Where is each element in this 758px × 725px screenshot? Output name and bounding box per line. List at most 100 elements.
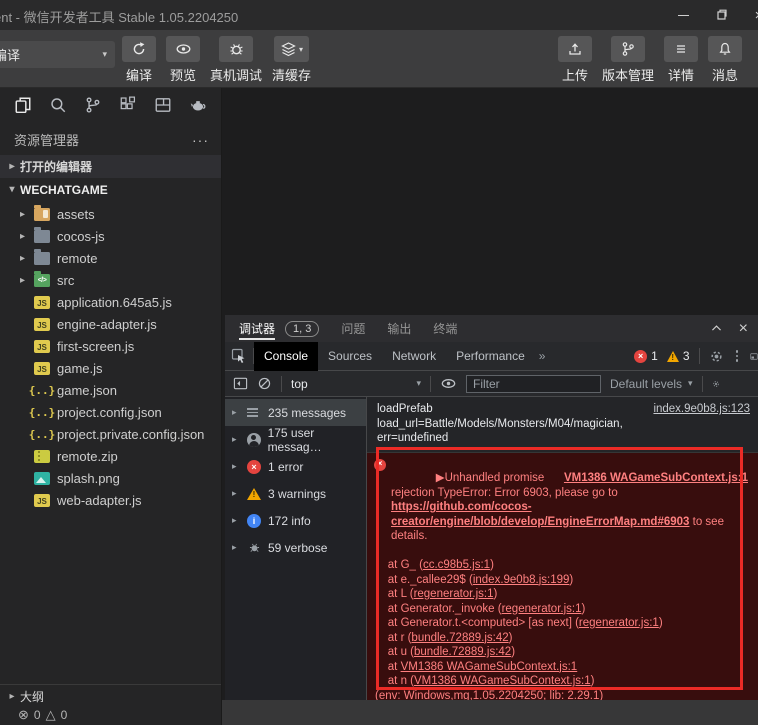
more-tabs-icon[interactable]: »: [539, 349, 546, 363]
collapse-panel-button[interactable]: [710, 322, 723, 335]
tree-item-web-adapter-js[interactable]: JS web-adapter.js: [0, 489, 221, 511]
messages-button[interactable]: 消息: [708, 36, 742, 84]
source-link[interactable]: bundle.72889.js:42: [411, 632, 508, 644]
more-actions-icon[interactable]: ···: [192, 132, 209, 148]
minimize-button[interactable]: [676, 8, 690, 22]
clear-console-icon[interactable]: [257, 376, 272, 391]
tab-output[interactable]: 输出: [387, 315, 411, 342]
tree-item-cocos-js[interactable]: ▸ cocos-js: [0, 225, 221, 247]
explorer-title: 资源管理器: [14, 133, 80, 148]
info-icon: i: [247, 513, 261, 528]
chevron-down-icon: ▾: [299, 44, 304, 54]
compile-button[interactable]: 编译: [122, 36, 156, 84]
source-control-icon[interactable]: [84, 96, 102, 114]
search-icon[interactable]: [49, 96, 67, 114]
console-filter-input[interactable]: [466, 374, 601, 393]
console-error-message: × VM1386 WAGameSubContext.js:1 ▶Unhandled…: [367, 452, 758, 700]
chevron-down-icon: ▾: [688, 378, 693, 388]
close-icon: ×: [738, 319, 748, 337]
extensions-icon[interactable]: [119, 96, 137, 114]
source-link[interactable]: bundle.72889.js:42: [414, 646, 511, 658]
close-button[interactable]: ×: [752, 7, 758, 24]
source-link[interactable]: regenerator.js:1: [502, 603, 582, 615]
error-count[interactable]: 0: [34, 708, 41, 722]
source-link[interactable]: regenerator.js:1: [579, 617, 659, 629]
error-icon: ×: [374, 458, 386, 471]
warning-count[interactable]: 0: [61, 708, 68, 722]
warnings-icon[interactable]: △: [46, 707, 56, 723]
tab-debugger[interactable]: 调试器: [239, 315, 276, 342]
section-open-editors[interactable]: ▸ 打开的编辑器: [0, 155, 221, 178]
title-bar: ent - 微信开发者工具 Stable 1.05.2204250 ×: [0, 0, 758, 30]
preview-button[interactable]: 预览: [166, 36, 200, 84]
filter-verbose[interactable]: ▸ 59 verbose: [225, 534, 366, 561]
source-link[interactable]: regenerator.js:1: [414, 588, 494, 600]
error-map-link[interactable]: https://github.com/cocos-creator/engine/…: [391, 501, 689, 528]
upload-button[interactable]: 上传: [557, 36, 592, 84]
js-file-icon: JS: [34, 493, 50, 507]
errors-icon[interactable]: ⊗: [18, 707, 29, 723]
console-error-badge[interactable]: × 1: [634, 349, 658, 363]
show-console-sidebar-icon[interactable]: [233, 376, 248, 391]
tab-terminal[interactable]: 终端: [433, 315, 457, 342]
filter-all-messages[interactable]: ▸ 235 messages: [225, 399, 366, 426]
tree-item-remote[interactable]: ▸ remote: [0, 247, 221, 269]
settings-gear-icon[interactable]: [709, 349, 724, 364]
remote-debug-button[interactable]: 真机调试: [210, 36, 262, 84]
console-settings-icon[interactable]: [712, 377, 720, 391]
tree-item-splash-png[interactable]: splash.png: [0, 467, 221, 489]
tree-item-assets[interactable]: ▸ assets: [0, 203, 221, 225]
source-link[interactable]: cc.c98b5.js:1: [423, 559, 490, 571]
eye-icon: [176, 44, 190, 54]
menu-icon: [677, 45, 685, 53]
console-warning-badge[interactable]: ! 3: [666, 349, 690, 363]
tree-item-application-js[interactable]: JS application.645a5.js: [0, 291, 221, 313]
tab-console[interactable]: Console: [254, 341, 319, 371]
teapot-icon[interactable]: [189, 96, 207, 114]
tab-problems[interactable]: 问题: [341, 315, 365, 342]
filter-warnings[interactable]: ▸! 3 warnings: [225, 480, 366, 507]
chevron-down-icon: ▾: [416, 378, 421, 388]
explorer-icon[interactable]: [14, 96, 32, 114]
chevron-down-icon: ▾: [102, 49, 107, 59]
restore-button[interactable]: [714, 8, 728, 22]
source-link[interactable]: VM1386 WAGameSubContext.js:1: [414, 675, 591, 687]
version-manage-button[interactable]: 版本管理: [602, 36, 654, 84]
stack-frame: at u (bundle.72889.js:42): [375, 646, 516, 658]
tree-item-remote-zip[interactable]: remote.zip: [0, 445, 221, 467]
tab-sources[interactable]: Sources: [318, 342, 382, 371]
warning-icon: !: [666, 350, 679, 362]
tree-item-engine-adapter-js[interactable]: JS engine-adapter.js: [0, 313, 221, 335]
clear-cache-button[interactable]: ▾ 清缓存: [272, 36, 311, 84]
filter-info[interactable]: ▸ i 172 info: [225, 507, 366, 534]
section-project[interactable]: ▾ WECHATGAME: [0, 178, 221, 201]
tree-item-game-js[interactable]: JS game.js: [0, 357, 221, 379]
inspect-element-icon[interactable]: [231, 348, 247, 364]
source-link[interactable]: index.9e0b8.js:199: [473, 574, 570, 586]
more-options-icon[interactable]: [733, 350, 742, 362]
dock-side-icon[interactable]: [750, 349, 758, 364]
live-expression-eye-icon[interactable]: [440, 376, 457, 391]
compile-mode-select[interactable]: 普通编译 ▾: [0, 41, 115, 68]
chevron-right-icon: ▸: [20, 274, 26, 286]
list-icon: [247, 406, 261, 420]
source-link[interactable]: VM1386 WAGameSubContext.js:1: [401, 661, 578, 673]
tree-item-src[interactable]: ▸ </> src: [0, 269, 221, 291]
tab-network[interactable]: Network: [382, 342, 446, 371]
source-link[interactable]: VM1386 WAGameSubContext.js:1: [564, 471, 748, 486]
filter-errors[interactable]: ▸ × 1 error: [225, 453, 366, 480]
layers-icon: [281, 42, 296, 57]
editor-layout-icon[interactable]: [154, 96, 172, 114]
details-button[interactable]: 详情: [664, 36, 698, 84]
source-link[interactable]: index.9e0b8.js:123: [653, 402, 750, 417]
tree-item-project-private-config-json[interactable]: {..} project.private.config.json: [0, 423, 221, 445]
filter-user-messages[interactable]: ▸ 175 user messag…: [225, 426, 366, 454]
tree-item-game-json[interactable]: {..} game.json: [0, 379, 221, 401]
frame-context-select[interactable]: top ▾: [291, 377, 421, 391]
tab-performance[interactable]: Performance: [446, 342, 535, 371]
log-levels-select[interactable]: Default levels ▾: [610, 377, 693, 391]
activity-bar: [0, 88, 221, 122]
close-panel-button[interactable]: ×: [739, 320, 748, 338]
tree-item-project-config-json[interactable]: {..} project.config.json: [0, 401, 221, 423]
tree-item-first-screen-js[interactable]: JS first-screen.js: [0, 335, 221, 357]
